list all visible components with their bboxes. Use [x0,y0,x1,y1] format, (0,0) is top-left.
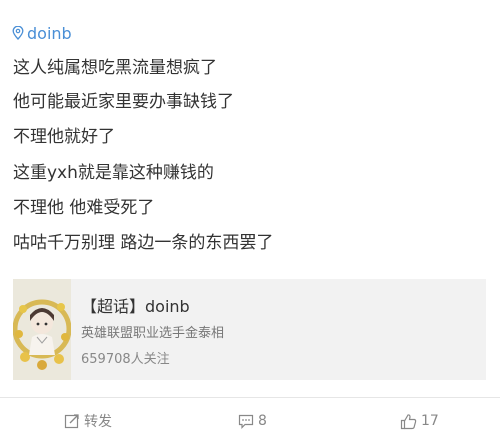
repost-label: 转发 [84,414,112,430]
divider [0,397,500,398]
post-text-line: 不理他就好了 [13,127,115,147]
comment-icon [238,413,254,429]
supertopic-card[interactable]: 【超话】doinb 英雄联盟职业选手金泰相 659708人关注 [13,279,486,380]
supertopic-thumbnail [13,279,71,380]
location-pin-icon [12,26,24,40]
post-text-line: 这人纯属想吃黑流量想疯了 [13,58,217,78]
weibo-post: doinb 这人纯属想吃黑流量想疯了 他可能最近家里要办事缺钱了 不理他就好了 … [0,0,500,440]
like-count: 17 [421,413,439,429]
supertopic-title: 【超话】doinb [81,297,190,316]
post-text-line: 咕咕千万别理 路边一条的东西罢了 [13,233,274,253]
post-text-line: 他可能最近家里要办事缺钱了 [13,92,234,112]
supertopic-followers: 659708人关注 [81,352,170,367]
post-text-line: 这重yxh就是靠这种赚钱的 [13,163,214,183]
repost-icon [64,413,80,429]
like-button[interactable]: 17 [400,406,439,436]
like-icon [400,413,417,430]
post-text-line: 不理他 他难受死了 [13,198,155,218]
username-link[interactable]: doinb [27,24,72,43]
user-row: doinb [12,22,72,44]
comment-button[interactable]: 8 [238,406,267,436]
comment-count: 8 [258,413,267,429]
supertopic-description: 英雄联盟职业选手金泰相 [81,326,225,341]
repost-button[interactable]: 转发 [64,406,112,436]
